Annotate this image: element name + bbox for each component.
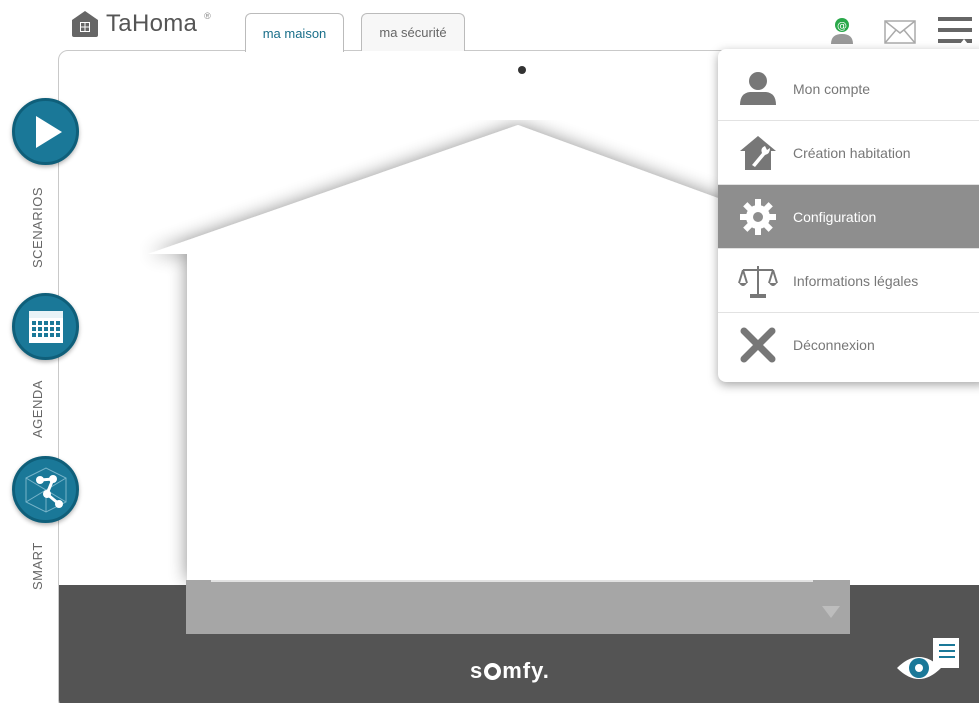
smart-button[interactable] — [12, 456, 79, 523]
scenarios-label: SCENARIOS — [30, 186, 45, 268]
scenarios-button[interactable] — [12, 98, 79, 165]
main-menu-dropdown: Mon compte Création habitation Configura — [718, 49, 979, 382]
somfy-logo: s mfy. — [470, 658, 550, 683]
tahoma-logo[interactable]: TaHoma ® — [70, 9, 211, 39]
user-online-icon[interactable]: @ — [828, 17, 856, 45]
mail-icon[interactable] — [884, 20, 916, 44]
network-icon — [25, 466, 66, 513]
smart-label: SMART — [30, 542, 45, 590]
menu-item-deconnexion[interactable]: Déconnexion — [718, 313, 979, 377]
house-floor-line — [211, 580, 813, 582]
brand-registered: ® — [204, 11, 211, 21]
menu-item-label: Informations légales — [793, 272, 919, 289]
menu-caret — [956, 39, 972, 49]
pager-dot[interactable] — [518, 66, 526, 74]
close-icon — [740, 327, 776, 363]
menu-item-label: Création habitation — [793, 144, 911, 161]
scales-icon — [738, 265, 778, 298]
house-illustration[interactable] — [140, 120, 800, 590]
user-icon — [740, 71, 776, 105]
menu-item-label: Mon compte — [793, 80, 871, 97]
brand-name: TaHoma — [106, 10, 198, 37]
home-logo-icon — [72, 11, 98, 37]
svg-text:@: @ — [837, 21, 847, 32]
agenda-button[interactable] — [12, 293, 79, 360]
chevron-down-icon[interactable] — [822, 606, 840, 618]
agenda-label: AGENDA — [30, 380, 45, 438]
tab-ma-maison[interactable]: ma maison — [245, 13, 344, 52]
app-window: TaHoma ® ma maison ma sécurité s mfy. @ … — [0, 0, 979, 703]
house-floor-bar — [186, 580, 850, 634]
calendar-icon — [28, 310, 63, 343]
house-wrench-icon — [740, 135, 776, 170]
menu-item-configuration[interactable]: Configuration — [718, 185, 979, 249]
somfy-o-icon — [484, 663, 502, 680]
tab-ma-securite[interactable]: ma sécurité — [361, 13, 465, 51]
menu-item-creation-habitation[interactable]: Création habitation — [718, 121, 979, 185]
menu-item-label: Déconnexion — [793, 337, 875, 353]
gear-icon — [740, 198, 776, 235]
play-icon — [35, 115, 62, 148]
menu-item-informations-legales[interactable]: Informations légales — [718, 249, 979, 313]
menu-item-mon-compte[interactable]: Mon compte — [718, 57, 979, 121]
menu-item-label: Configuration — [793, 208, 877, 225]
eye-list-icon[interactable] — [895, 636, 963, 688]
